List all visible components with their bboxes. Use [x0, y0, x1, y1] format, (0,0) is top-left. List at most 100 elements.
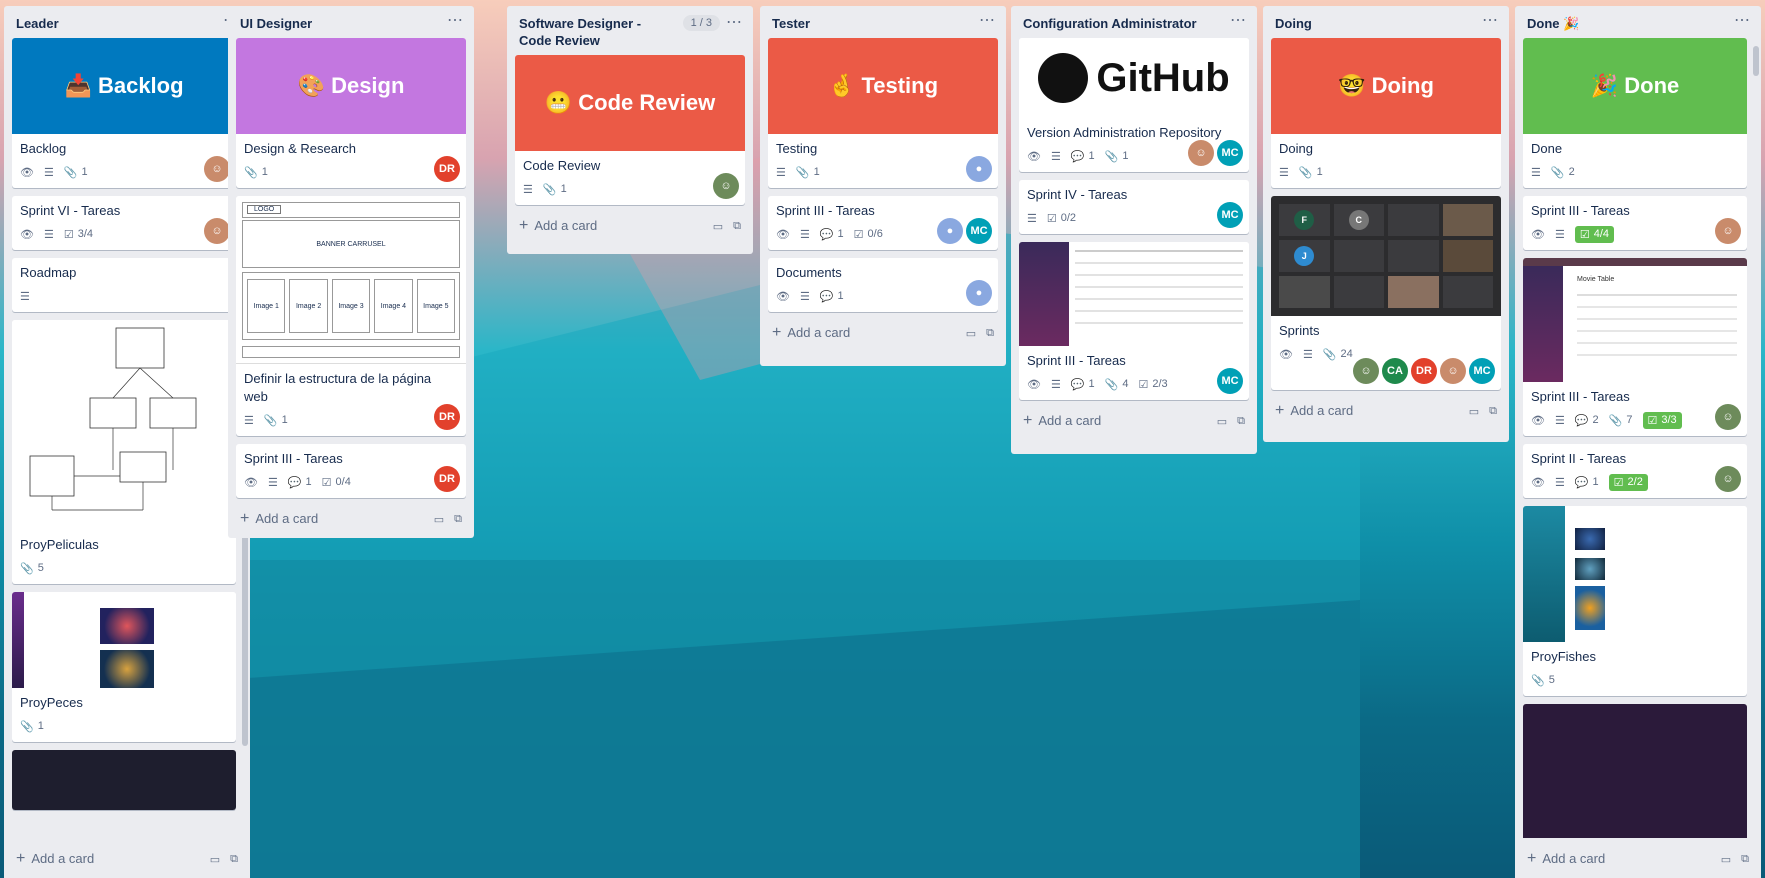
list-menu-icon[interactable]: ⋯ [1230, 13, 1247, 29]
avatar[interactable]: MC [966, 218, 992, 244]
card-sprint-ii[interactable]: Sprint II - Tareas 👁 ☰ 💬 1 ☑ 2/2 ☺ [1523, 444, 1747, 498]
avatar[interactable]: ☺ [204, 156, 230, 182]
card-sprint-iii[interactable]: Sprint III - Tareas 👁 ☰ 💬 1 ☑ 0/6 ● MC [768, 196, 998, 250]
attachment-badge: 📎 7 [1608, 414, 1633, 427]
card-template-icon[interactable]: ⧉ [230, 853, 238, 866]
avatar[interactable]: ● [966, 280, 992, 306]
avatar[interactable]: ☺ [1715, 218, 1741, 244]
card-sprint-vi[interactable]: Sprint VI - Tareas 👁 ☰ ☑ 3/4 ☺ [12, 196, 236, 250]
card-version-repository[interactable]: GitHub Version Administration Repository… [1019, 38, 1249, 172]
description-icon: ☰ [1050, 378, 1061, 391]
card-template-icon[interactable]: ⧉ [986, 327, 994, 340]
card-done[interactable]: 🎉 Done Done ☰ 📎 2 [1523, 38, 1747, 188]
avatar[interactable]: ☺ [204, 218, 230, 244]
card-code-review[interactable]: 😬 Code Review Code Review ☰ 📎 1 ☺ [515, 55, 745, 205]
list-title[interactable]: UI Designer [240, 15, 312, 32]
description-icon: ☰ [1050, 150, 1061, 163]
card-proyfishes[interactable]: ProyFishes 📎 5 [1523, 506, 1747, 696]
card-template-icon[interactable]: ⧉ [1237, 415, 1245, 428]
list-menu-icon[interactable]: ⋯ [979, 13, 996, 29]
list-header: Leader ⋯ [4, 6, 250, 38]
card-sprint-iii[interactable]: Sprint III - Tareas 👁 ☰ 💬 1 📎 4 ☑ 2/3 MC [1019, 242, 1249, 400]
avatar[interactable]: CA [1382, 358, 1408, 384]
avatar[interactable]: DR [1411, 358, 1437, 384]
avatar[interactable]: ● [966, 156, 992, 182]
avatar[interactable]: ☺ [1715, 466, 1741, 492]
card-sprint-iii[interactable]: Sprint III - Tareas 👁 ☰ 💬 1 ☑ 0/4 DR [236, 444, 466, 498]
list-title[interactable]: Doing [1275, 15, 1312, 32]
card-cover: 🎉 Done [1523, 38, 1747, 134]
template-icon[interactable]: ▭ [713, 220, 723, 233]
card-testing[interactable]: 🤞 Testing Testing ☰ 📎 1 ● [768, 38, 998, 188]
card-doing[interactable]: 🤓 Doing Doing ☰ 📎 1 [1271, 38, 1501, 188]
card-backlog[interactable]: 📥 Backlog Backlog 👁 ☰ 📎 1 ☺ [12, 38, 236, 188]
template-icon[interactable]: ▭ [966, 327, 976, 340]
card-template-icon[interactable]: ⧉ [1489, 405, 1497, 418]
attachment-icon: 📎 [1104, 150, 1119, 163]
list-title[interactable]: Done 🎉 [1527, 15, 1579, 32]
list-menu-icon[interactable]: ⋯ [1482, 13, 1499, 29]
add-card-button[interactable]: + Add a card [16, 850, 94, 868]
avatar[interactable]: ☺ [1188, 140, 1214, 166]
template-icon[interactable]: ▭ [1721, 853, 1731, 866]
template-icon[interactable]: ▭ [210, 853, 220, 866]
card-estructura-web[interactable]: LOGO BANNER CARRUSEL Image 1 Image 2 Ima… [236, 196, 466, 436]
add-card-button[interactable]: + Add a card [1023, 412, 1101, 430]
card-documents[interactable]: Documents 👁 ☰ 💬 1 ● [768, 258, 998, 312]
list-title[interactable]: Software Designer - Code Review [519, 15, 659, 49]
avatar[interactable]: MC [1469, 358, 1495, 384]
list-tester: Tester ⋯ 🤞 Testing Testing ☰ 📎 1 ● Sprint… [760, 6, 1006, 366]
avatar[interactable]: MC [1217, 140, 1243, 166]
avatar[interactable]: DR [434, 156, 460, 182]
list-menu-icon[interactable]: ⋯ [1734, 13, 1751, 29]
attachment-icon: 📎 [1322, 348, 1337, 361]
card-roadmap[interactable]: Roadmap ☰ [12, 258, 236, 312]
list-scrollbar[interactable] [1753, 46, 1759, 76]
template-icon[interactable]: ▭ [1217, 415, 1227, 428]
avatar[interactable]: DR [434, 404, 460, 430]
add-card-button[interactable]: + Add a card [772, 324, 850, 342]
avatar[interactable]: ● [937, 218, 963, 244]
avatar[interactable]: DR [434, 466, 460, 492]
card-template-icon[interactable]: ⧉ [733, 220, 741, 233]
card-proypeces[interactable]: ProyPeces 📎 1 [12, 592, 236, 742]
card-template-icon[interactable]: ⧉ [1741, 853, 1749, 866]
list-title[interactable]: Configuration Administrator [1023, 15, 1197, 32]
movie-table-thumbnail: Movie Table [1523, 258, 1747, 382]
checklist-icon: ☑ [1046, 212, 1057, 225]
card-sprints[interactable]: F C J Sprints 👁 ☰ 📎 24 ☺ CA DR ☺ MC [1271, 196, 1501, 390]
card-sprint-iv[interactable]: Sprint IV - Tareas ☰ ☑ 0/2 MC [1019, 180, 1249, 234]
fishes-thumbnail [1523, 506, 1747, 642]
add-card-button[interactable]: + Add a card [519, 217, 597, 235]
card-sprint-iii-movies[interactable]: Movie Table Sprint III - Tareas 👁 ☰ 💬 2 📎… [1523, 258, 1747, 436]
add-card-button[interactable]: + Add a card [240, 510, 318, 528]
add-card-button[interactable]: + Add a card [1275, 402, 1353, 420]
card-proypeliculas[interactable]: ProyPeliculas 📎 5 [12, 320, 236, 584]
description-icon: ☰ [1554, 476, 1565, 489]
attachment-badge: 📎 5 [1531, 674, 1555, 687]
card-template-icon[interactable]: ⧉ [454, 513, 462, 526]
avatar[interactable]: ☺ [713, 173, 739, 199]
avatar[interactable]: ☺ [1440, 358, 1466, 384]
card-code-tree[interactable] [1523, 704, 1747, 838]
list-menu-icon[interactable]: ⋯ [447, 13, 464, 29]
eye-icon: 👁 [20, 166, 34, 179]
card-code-thumbnail[interactable] [12, 750, 236, 810]
list-title[interactable]: Tester [772, 15, 810, 32]
avatar[interactable]: ☺ [1715, 404, 1741, 430]
list-title[interactable]: Leader [16, 15, 59, 32]
template-icon[interactable]: ▭ [1469, 405, 1479, 418]
avatar[interactable]: MC [1217, 368, 1243, 394]
checklist-badge: ☑ 0/4 [321, 476, 351, 489]
attachment-badge: 📎 1 [20, 720, 44, 733]
template-icon[interactable]: ▭ [434, 513, 444, 526]
card-design-research[interactable]: 🎨 Design Design & Research 📎 1 DR [236, 38, 466, 188]
eye-icon: 👁 [776, 228, 790, 241]
add-card-row: + Add a card ▭ ⧉ [228, 506, 474, 538]
list-configuration-administrator: Configuration Administrator ⋯ GitHub Ver… [1011, 6, 1257, 454]
list-menu-icon[interactable]: ⋯ [726, 15, 743, 31]
avatar[interactable]: MC [1217, 202, 1243, 228]
add-card-button[interactable]: + Add a card [1527, 850, 1605, 868]
card-sprint-iii[interactable]: Sprint III - Tareas 👁 ☰ ☑ 4/4 ☺ [1523, 196, 1747, 250]
avatar[interactable]: ☺ [1353, 358, 1379, 384]
